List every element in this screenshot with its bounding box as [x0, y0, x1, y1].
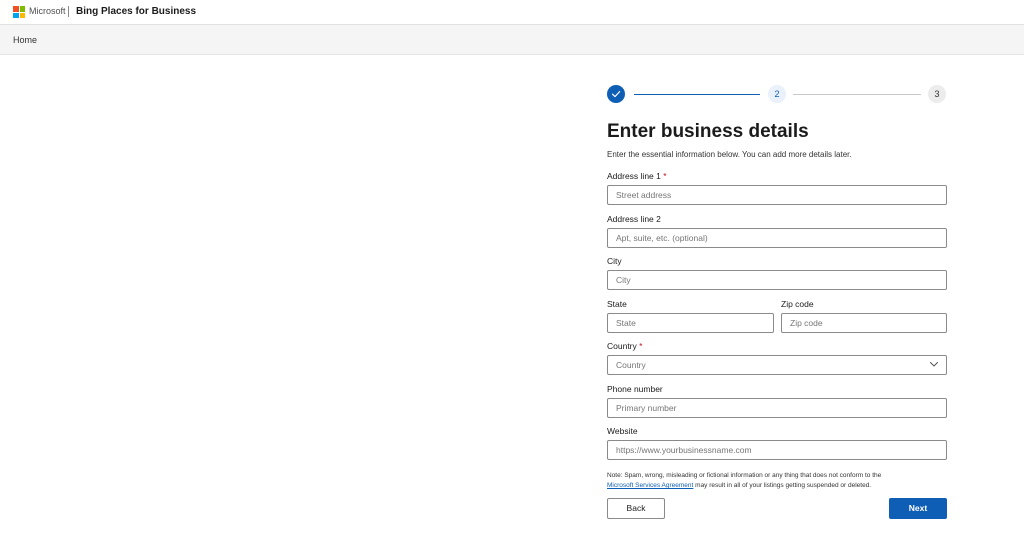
- step-3-pending: 3: [928, 85, 946, 103]
- policy-note-prefix: Note: Spam, wrong, misleading or fiction…: [607, 472, 882, 479]
- product-title[interactable]: Bing Places for Business: [76, 4, 196, 19]
- city-label: City: [607, 256, 622, 266]
- brand-name[interactable]: Microsoft: [29, 5, 66, 18]
- top-header: Microsoft Bing Places for Business: [0, 0, 1024, 25]
- state-label: State: [607, 299, 627, 309]
- zip-label: Zip code: [781, 299, 814, 309]
- step-connector-pending: [793, 94, 921, 95]
- chevron-down-icon: [930, 362, 938, 367]
- address1-input[interactable]: [607, 185, 947, 205]
- state-input[interactable]: [607, 313, 774, 333]
- country-label-text: Country: [607, 341, 637, 351]
- services-agreement-link[interactable]: Microsoft Services Agreement: [607, 482, 693, 489]
- zip-input[interactable]: [781, 313, 947, 333]
- page-title: Enter business details: [607, 121, 809, 142]
- city-input[interactable]: [607, 270, 947, 290]
- step-2-current: 2: [768, 85, 786, 103]
- breadcrumb-home-link[interactable]: Home: [13, 34, 37, 46]
- address2-label: Address line 2: [607, 214, 661, 224]
- country-select[interactable]: Country: [607, 355, 947, 375]
- phone-label: Phone number: [607, 384, 663, 394]
- breadcrumb: Home: [0, 25, 1024, 55]
- address1-label: Address line 1 *: [607, 171, 667, 182]
- phone-input[interactable]: [607, 398, 947, 418]
- website-input[interactable]: [607, 440, 947, 460]
- policy-note: Note: Spam, wrong, misleading or fiction…: [607, 471, 947, 491]
- country-select-value: Country: [616, 360, 646, 370]
- address1-label-text: Address line 1: [607, 171, 661, 181]
- address2-input[interactable]: [607, 228, 947, 248]
- country-label: Country *: [607, 341, 642, 352]
- back-button[interactable]: Back: [607, 498, 665, 519]
- step-1-completed: [607, 85, 625, 103]
- policy-note-suffix: may result in all of your listings getti…: [695, 482, 872, 489]
- microsoft-logo-icon[interactable]: [13, 6, 25, 18]
- checkmark-icon: [611, 91, 621, 98]
- required-marker: *: [663, 171, 667, 181]
- step-connector-completed: [634, 94, 760, 95]
- next-button[interactable]: Next: [889, 498, 947, 519]
- required-marker: *: [639, 341, 643, 351]
- page-subtitle: Enter the essential information below. Y…: [607, 150, 852, 159]
- website-label: Website: [607, 426, 638, 436]
- header-divider: [68, 6, 69, 17]
